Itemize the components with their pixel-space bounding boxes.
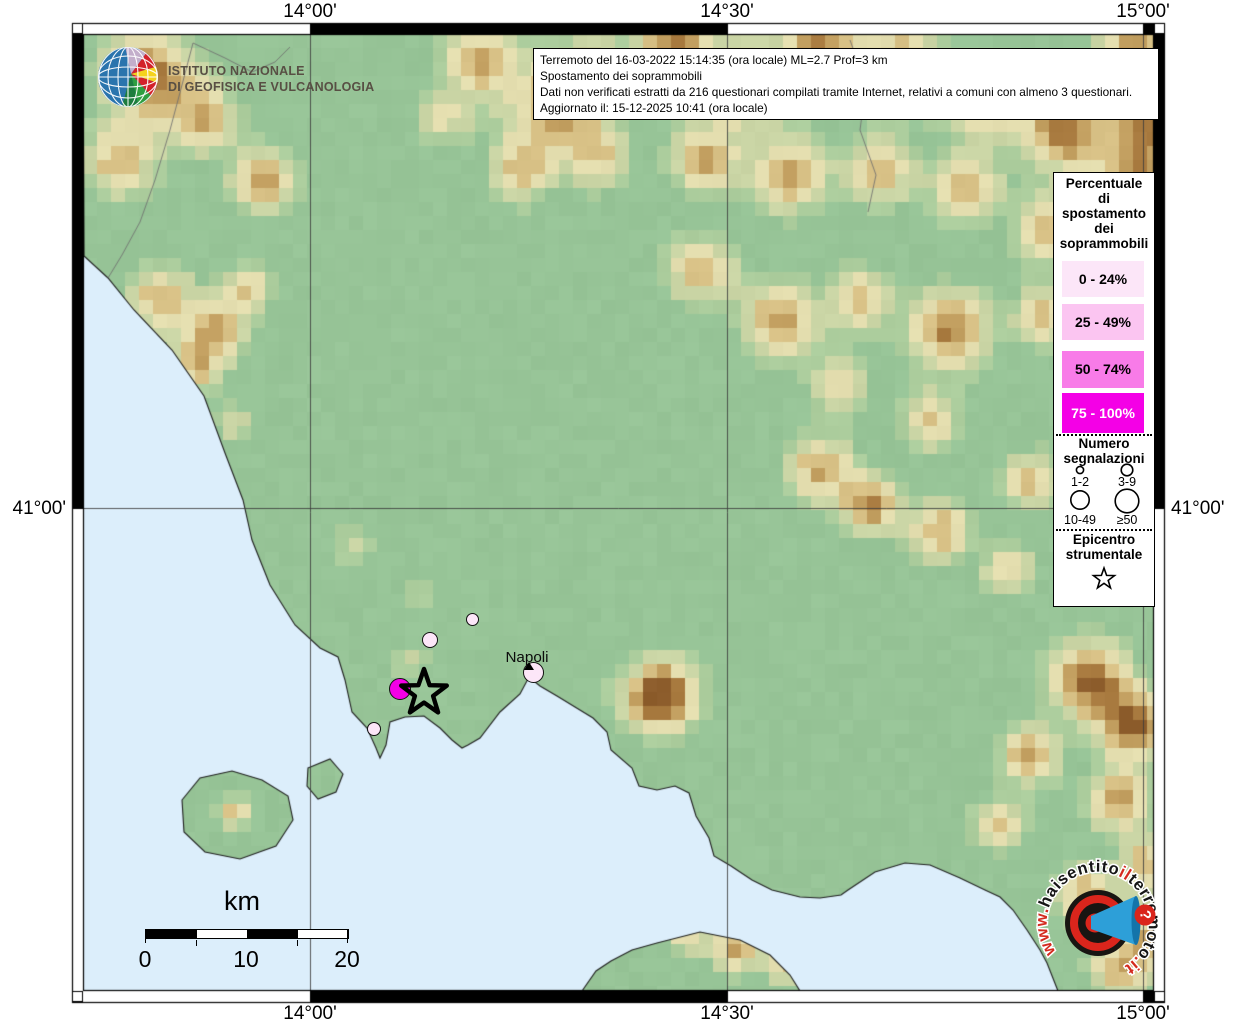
info-line-source: Dati non verificati estratti da 216 ques… xyxy=(540,85,1133,99)
axis-tick-top-3: 15°00' xyxy=(1116,1,1170,22)
earthquake-info-box: Terremoto del 16-03-2022 15:14:35 (ora l… xyxy=(533,48,1159,120)
info-line-event: Terremoto del 16-03-2022 15:14:35 (ora l… xyxy=(540,53,888,67)
info-line-updated: Aggiornato il: 15-12-2025 10:41 (ora loc… xyxy=(540,101,768,115)
legend-title-line: dei xyxy=(1094,221,1114,236)
legend-size-label-1-2: 1-2 xyxy=(1070,475,1090,489)
scale-bar-tick xyxy=(195,939,197,946)
map-page: 14°00' 14°30' 15°00' 14°00' 14°30' 15°00… xyxy=(0,0,1256,1024)
legend-size-label-50: ≥50 xyxy=(1116,513,1138,527)
watermark-text-segment: www. xyxy=(1032,905,1059,960)
legend-swatch-75-100: 75 - 100% xyxy=(1062,393,1144,433)
ingv-globe-logo-icon xyxy=(98,47,158,107)
legend-swatch-0-24: 0 - 24% xyxy=(1062,261,1144,297)
legend-divider xyxy=(1056,529,1152,531)
scale-bar: km 0 10 20 xyxy=(130,886,370,978)
legend-reports-title-line: Numero xyxy=(1078,436,1130,451)
scale-bar-number-20: 20 xyxy=(334,946,360,972)
legend-title-line: di xyxy=(1098,191,1110,206)
scale-bar-strip xyxy=(145,929,349,939)
legend-size-label-10-49: 10-49 xyxy=(1064,513,1096,527)
axis-tick-bottom-1: 14°00' xyxy=(283,1003,337,1024)
axis-tick-top-2: 14°30' xyxy=(700,1,754,22)
haisentitoilterremoto-logo: www.haisentitoilterremoto.it ? xyxy=(1031,856,1164,980)
scale-bar-tick xyxy=(144,929,146,943)
ingv-name-line2: DI GEOFISICA E VULCANOLOGIA xyxy=(168,80,375,94)
legend-size-label-3-9: 3-9 xyxy=(1117,475,1137,489)
info-line-effect: Spostamento dei soprammobili xyxy=(540,69,702,83)
axis-tick-left-1: 41°00' xyxy=(12,498,67,519)
legend-box: Percentuale di spostamento dei soprammob… xyxy=(1053,172,1155,607)
ingv-name-line1: ISTITUTO NAZIONALE xyxy=(168,64,305,78)
scale-bar-number-0: 0 xyxy=(138,946,152,972)
ingv-branding: ISTITUTO NAZIONALE DI GEOFISICA E VULCAN… xyxy=(95,44,425,114)
scale-bar-tick xyxy=(346,929,348,943)
legend-epicenter-title-line: Epicentro xyxy=(1072,532,1136,547)
legend-title-line: soprammobili xyxy=(1059,236,1149,251)
legend-title-line: Percentuale xyxy=(1065,176,1143,191)
legend-epicenter-title-line: strumentale xyxy=(1065,547,1143,562)
legend-swatch-25-49: 25 - 49% xyxy=(1062,304,1144,340)
legend-title-line: spostamento xyxy=(1061,206,1146,221)
axis-tick-top-1: 14°00' xyxy=(283,1,337,22)
scale-bar-unit: km xyxy=(224,886,260,916)
scale-bar-number-10: 10 xyxy=(233,946,259,972)
legend-epicenter-star-icon xyxy=(1091,565,1117,590)
scale-bar-tick xyxy=(296,939,298,946)
legend-swatch-50-74: 50 - 74% xyxy=(1062,351,1144,388)
city-label: Napoli xyxy=(505,649,549,666)
axis-tick-right-1: 41°00' xyxy=(1171,498,1225,519)
axis-tick-bottom-2: 14°30' xyxy=(700,1003,754,1024)
